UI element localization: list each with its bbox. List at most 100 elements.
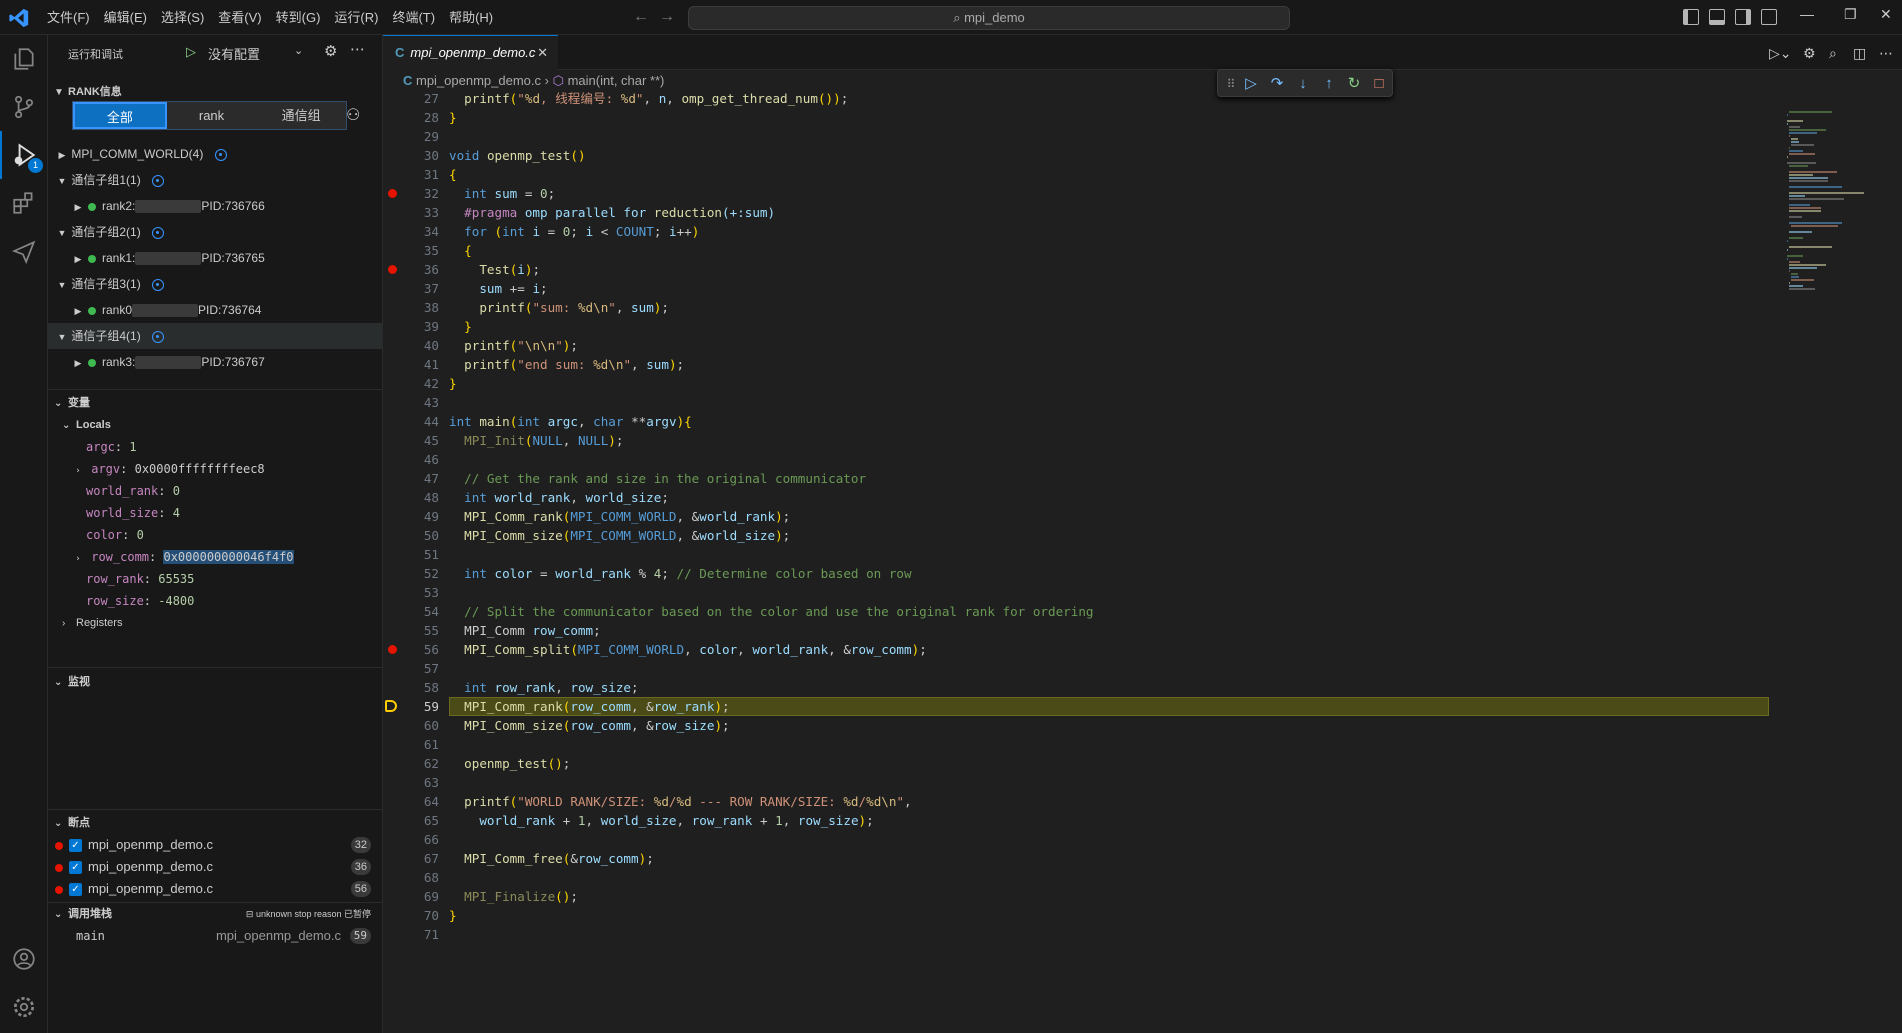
segment-all[interactable]: 全部 <box>73 102 167 129</box>
variable-argc[interactable]: argc: 1 <box>48 436 382 458</box>
breakpoint-checkbox[interactable]: ✓ <box>69 839 82 853</box>
accounts-icon[interactable] <box>0 935 48 983</box>
minimize-icon[interactable]: — <box>1800 6 1814 22</box>
locate-target-icon[interactable] <box>214 148 227 161</box>
split-editor-icon[interactable]: ◫ <box>1853 45 1866 62</box>
tree-group-3[interactable]: ▼ 通信子组3(1) <box>48 271 382 297</box>
minimap-line <box>1791 273 1799 275</box>
variable-row-rank[interactable]: row_rank: 65535 <box>48 568 382 590</box>
launch-config-select[interactable]: 没有配置 <box>208 44 260 63</box>
line-number: 36 <box>423 262 439 277</box>
locals-scope-header[interactable]: ⌄ Locals <box>48 414 382 436</box>
menu-run[interactable]: 运行(R) <box>327 0 385 35</box>
rank-section-header[interactable]: ▼ RANK信息 <box>48 81 382 103</box>
breadcrumb-symbol[interactable]: main(int, char **) <box>568 73 665 88</box>
tree-rank-item[interactable]: ▶ rank0 PID:736764 <box>48 297 382 323</box>
breakpoint-checkbox[interactable]: ✓ <box>69 883 82 897</box>
breakpoint-item[interactable]: ✓ mpi_openmp_demo.c 32 <box>48 834 382 856</box>
close-window-icon[interactable]: ✕ <box>1880 6 1892 23</box>
toggle-secondary-sidebar-icon[interactable] <box>1735 9 1751 25</box>
continue-icon[interactable]: ▷ <box>1242 75 1260 93</box>
variable-row-size[interactable]: row_size: -4800 <box>48 590 382 612</box>
locate-target-icon[interactable] <box>152 174 165 187</box>
restart-icon[interactable]: ↻ <box>1345 75 1363 93</box>
variable-color[interactable]: color: 0 <box>48 524 382 546</box>
start-debug-icon[interactable]: ▷ <box>186 44 196 60</box>
menu-go[interactable]: 转到(G) <box>269 0 328 35</box>
code-editor[interactable]: 27 printf("%d, 线程编号: %d", n, omp_get_thr… <box>383 91 1783 1033</box>
back-arrow-icon[interactable]: ← <box>633 8 649 26</box>
locate-target-icon[interactable] <box>152 330 165 343</box>
status-running-icon <box>88 254 96 263</box>
topology-icon[interactable]: ⚇ <box>346 105 360 125</box>
run-and-debug-icon[interactable]: 1 <box>0 131 48 179</box>
menu-help[interactable]: 帮助(H) <box>442 0 500 35</box>
segment-comm-group[interactable]: 通信组 <box>256 102 347 129</box>
step-over-icon[interactable]: ↷ <box>1268 75 1286 93</box>
tree-rank-item[interactable]: ▶ rank3: PID:736767 <box>48 349 382 375</box>
locate-target-icon[interactable] <box>152 226 165 239</box>
tree-rank-item[interactable]: ▶ rank1: PID:736765 <box>48 245 382 271</box>
menu-file[interactable]: 文件(F) <box>40 0 97 35</box>
line-number: 37 <box>423 281 439 296</box>
toggle-primary-sidebar-icon[interactable] <box>1683 9 1699 25</box>
search-icon[interactable]: ⌕ <box>1829 45 1837 62</box>
line-number: 59 <box>423 699 439 714</box>
forward-arrow-icon[interactable]: → <box>659 8 675 26</box>
tree-world-comm[interactable]: ▶ MPI_COMM_WORLD(4) <box>48 141 382 167</box>
tree-group-4[interactable]: ▼ 通信子组4(1) <box>48 323 382 349</box>
minimap[interactable] <box>1783 91 1902 1033</box>
run-debug-dropdown-icon[interactable]: ▷⌄ <box>1769 45 1792 62</box>
command-center-search[interactable]: ⌕ mpi_demo <box>688 6 1290 30</box>
chevron-down-icon[interactable]: ⌄ <box>294 44 303 57</box>
explorer-icon[interactable] <box>0 35 48 83</box>
tree-rank-item[interactable]: ▶ rank2: PID:736766 <box>48 193 382 219</box>
step-into-icon[interactable]: ↓ <box>1294 75 1312 93</box>
menu-edit[interactable]: 编辑(E) <box>97 0 154 35</box>
tree-group-1[interactable]: ▼ 通信子组1(1) <box>48 167 382 193</box>
minimap-line <box>1789 288 1816 290</box>
tab-mpi-openmp-demo[interactable]: Cmpi_openmp_demo.c ✕ <box>383 35 558 70</box>
more-actions-icon[interactable]: ⋯ <box>1879 45 1893 62</box>
breakpoint-item[interactable]: ✓ mpi_openmp_demo.c 36 <box>48 856 382 878</box>
breadcrumb-file[interactable]: mpi_openmp_demo.c <box>416 73 541 88</box>
breakpoints-section-header[interactable]: ⌄ 断点 <box>48 812 382 834</box>
drag-handle-icon[interactable]: ⠿ <box>1222 75 1240 93</box>
minimap-line <box>1789 264 1826 266</box>
send-plugin-icon[interactable] <box>0 227 48 275</box>
variables-section-header[interactable]: ⌄ 变量 <box>48 392 382 414</box>
settings-gear-icon[interactable]: ⚙ <box>1803 45 1816 62</box>
close-tab-icon[interactable]: ✕ <box>537 36 548 70</box>
c-file-icon: C <box>395 45 405 60</box>
locate-target-icon[interactable] <box>152 278 165 291</box>
tree-group-2[interactable]: ▼ 通信子组2(1) <box>48 219 382 245</box>
code-line: int main(int argc, char **argv){ <box>449 414 692 429</box>
variable-world-size[interactable]: world_size: 4 <box>48 502 382 524</box>
chevron-down-icon: ▼ <box>57 280 67 290</box>
callstack-section-header[interactable]: ⌄ 调用堆栈 ⊟ unknown stop reason 已暂停 <box>48 903 382 925</box>
callstack-frame[interactable]: main mpi_openmp_demo.c 59 <box>48 925 382 947</box>
manage-gear-icon[interactable] <box>0 983 48 1031</box>
segment-rank[interactable]: rank <box>166 102 257 129</box>
toggle-panel-icon[interactable] <box>1709 9 1725 25</box>
menu-terminal[interactable]: 终端(T) <box>385 0 442 35</box>
variable-row-comm[interactable]: › row_comm: 0x000000000046f4f0 <box>48 546 382 568</box>
restore-icon[interactable]: ❐ <box>1844 6 1857 23</box>
extensions-icon[interactable] <box>0 179 48 227</box>
minimap-line <box>1789 216 1802 218</box>
variable-argv[interactable]: › argv: 0x0000ffffffffeec8 <box>48 458 382 480</box>
registers-scope-header[interactable]: › Registers <box>48 612 382 634</box>
watch-section-header[interactable]: ⌄ 监视 <box>48 671 382 693</box>
customize-layout-icon[interactable] <box>1761 9 1777 25</box>
source-control-icon[interactable] <box>0 83 48 131</box>
stop-icon[interactable]: □ <box>1370 75 1388 93</box>
breakpoint-checkbox[interactable]: ✓ <box>69 861 82 875</box>
debug-settings-gear-icon[interactable]: ⚙ <box>324 42 337 60</box>
breakpoint-item[interactable]: ✓ mpi_openmp_demo.c 56 <box>48 878 382 900</box>
variable-world-rank[interactable]: world_rank: 0 <box>48 480 382 502</box>
menu-selection[interactable]: 选择(S) <box>154 0 211 35</box>
step-out-icon[interactable]: ↑ <box>1320 75 1338 93</box>
menu-view[interactable]: 查看(V) <box>211 0 268 35</box>
minimap-line <box>1789 180 1828 182</box>
more-actions-icon[interactable]: ⋯ <box>350 40 365 58</box>
